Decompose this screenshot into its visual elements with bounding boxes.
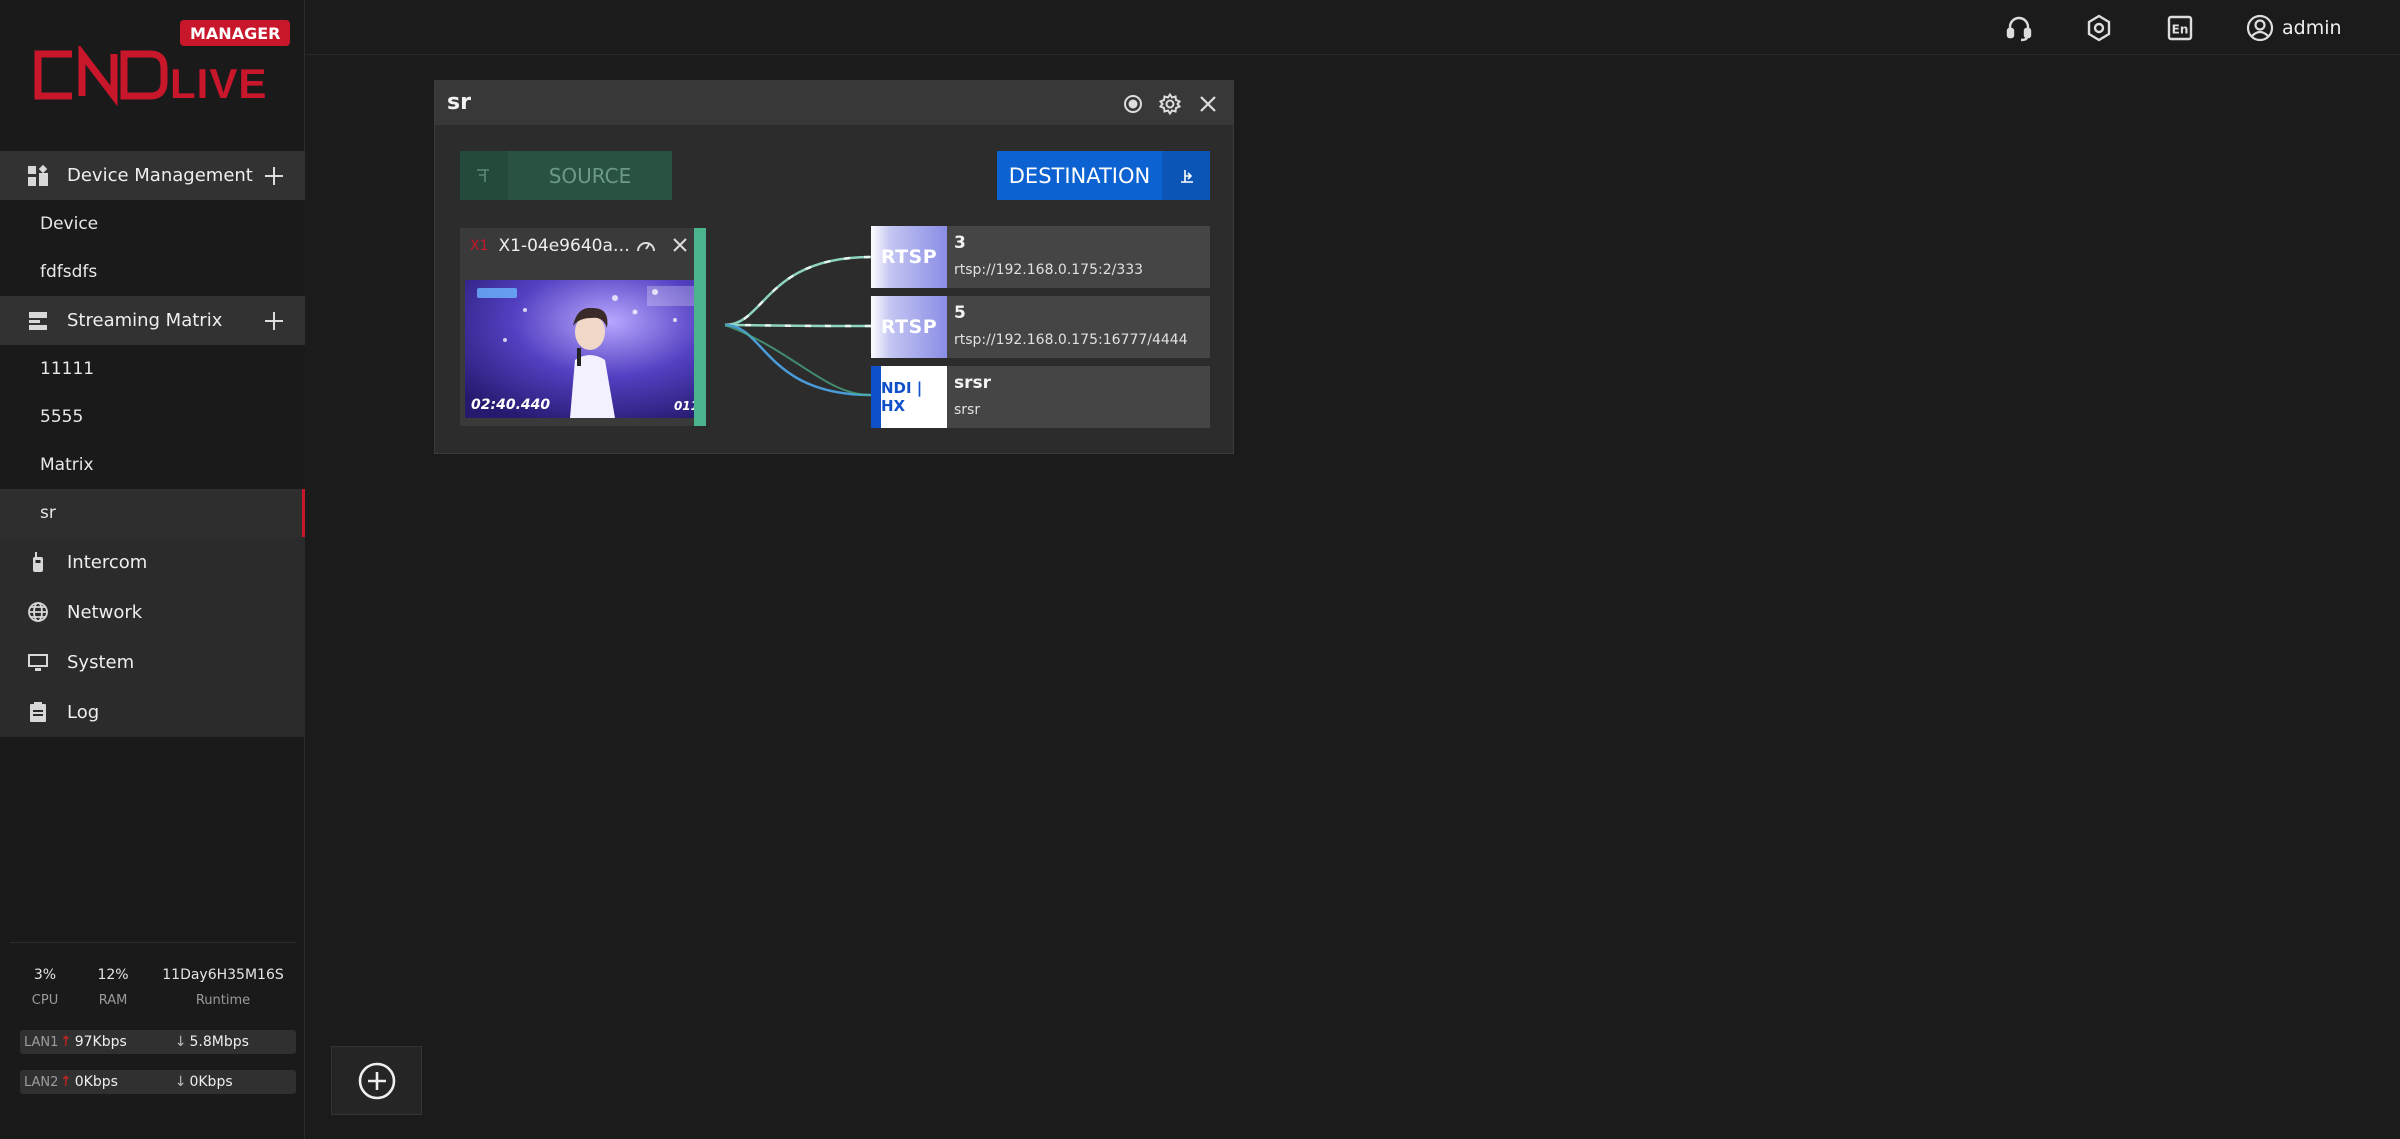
dashboard-icon <box>27 164 49 187</box>
sidebar-item-device[interactable]: Device <box>0 200 305 248</box>
destination-item[interactable]: NDI | HX srsr srsr <box>871 366 1210 428</box>
nav-network-label: Network <box>67 601 143 623</box>
sidebar-item-matrix[interactable]: Matrix <box>0 441 305 489</box>
walkie-talkie-icon <box>27 551 49 573</box>
system-stats: 3% CPU 12% RAM 11Day6H35M16S Runtime LAN… <box>10 942 296 1102</box>
ram-stat: 12% RAM <box>88 967 138 1008</box>
lan2-down-value: 0Kbps <box>189 1074 233 1090</box>
rtsp-icon: RTSP <box>871 296 947 358</box>
nav-streaming-matrix-label: Streaming Matrix <box>67 310 223 331</box>
cndlive-logo: MANAGER LIVE <box>30 18 291 108</box>
lan2-up-value: 0Kbps <box>74 1074 118 1090</box>
lan1-row: LAN1 ↑ 97Kbps ↓ 5.8Mbps <box>20 1030 296 1054</box>
matrix-window: sr SOURCE DESTINATION X1 X1-04e9640a… 02… <box>434 80 1234 454</box>
nav-device-management-label: Device Management <box>67 165 253 186</box>
source-preview-thumbnail: 02:40.440 011 <box>465 280 705 418</box>
sidebar-item-sr[interactable]: sr <box>0 489 305 537</box>
source-tag: X1 <box>470 238 489 254</box>
rtsp-icon: RTSP <box>871 226 947 288</box>
nav-device-management[interactable]: Device Management <box>0 151 305 200</box>
nav-intercom[interactable]: Intercom <box>0 537 305 587</box>
ram-value: 12% <box>97 967 129 983</box>
cpu-label: CPU <box>31 993 59 1008</box>
destination-name: 3 <box>954 233 966 253</box>
cpu-value: 3% <box>33 967 57 983</box>
sidebar-item-fdfsdfs[interactable]: fdfsdfs <box>0 248 305 296</box>
user-menu[interactable]: admin <box>2246 14 2342 42</box>
add-window-button[interactable] <box>331 1046 422 1115</box>
language-en-icon[interactable]: En <box>2166 14 2194 42</box>
source-name: X1-04e9640a… <box>498 236 629 256</box>
manager-badge: MANAGER <box>180 20 291 46</box>
clipboard-icon <box>27 701 49 723</box>
sidebar-item-5555[interactable]: 5555 <box>0 393 305 441</box>
download-arrow-icon: ↓ <box>174 1074 187 1090</box>
source-card-header: X1 X1-04e9640a… <box>460 228 694 264</box>
add-device-button[interactable] <box>263 165 285 187</box>
sidebar-item-11111[interactable]: 11111 <box>0 345 305 393</box>
sidebar: MANAGER LIVE Device Management Device fd… <box>0 0 305 1139</box>
nav-log-label: Log <box>67 701 100 723</box>
destination-address: rtsp://192.168.0.175:16777/4444 <box>954 332 1188 348</box>
source-card[interactable]: X1 X1-04e9640a… 02:40.440 011 <box>460 228 706 426</box>
globe-icon <box>27 601 49 623</box>
ram-label: RAM <box>98 993 128 1008</box>
runtime-stat: 11Day6H35M16S Runtime <box>150 967 296 1008</box>
lan1-label: LAN1 <box>24 1034 59 1050</box>
destination-address: srsr <box>954 402 981 418</box>
lan2-row: LAN2 ↑ 0Kbps ↓ 0Kbps <box>20 1070 296 1094</box>
nav-streaming-matrix[interactable]: Streaming Matrix <box>0 296 305 345</box>
user-avatar-icon <box>2246 14 2274 42</box>
upload-arrow-icon: ↑ <box>60 1074 72 1090</box>
ndi-hx-icon: NDI | HX <box>871 366 947 428</box>
link-to-dest-1 <box>724 255 872 327</box>
destination-name: srsr <box>954 373 992 393</box>
speedometer-icon[interactable] <box>635 235 657 257</box>
lan2-label: LAN2 <box>24 1074 59 1090</box>
source-close-icon[interactable] <box>671 236 691 256</box>
destination-address: rtsp://192.168.0.175:2/333 <box>954 262 1144 278</box>
cpu-stat: 3% CPU <box>20 967 70 1008</box>
cndlive-logo-mark: LIVE <box>34 46 267 106</box>
plus-circle-icon <box>358 1062 395 1099</box>
upload-arrow-icon: ↑ <box>60 1034 72 1050</box>
language-label: En <box>2172 23 2189 37</box>
lan1-down-value: 5.8Mbps <box>189 1034 249 1050</box>
add-matrix-button[interactable] <box>263 310 285 332</box>
headset-icon[interactable] <box>2005 14 2033 42</box>
svg-text:LIVE: LIVE <box>170 60 267 106</box>
link-to-dest-3 <box>724 323 872 397</box>
nav-log[interactable]: Log <box>0 687 305 737</box>
destination-name: 5 <box>954 303 966 323</box>
nav-system[interactable]: System <box>0 637 305 687</box>
runtime-label: Runtime <box>195 993 251 1008</box>
runtime-value: 11Day6H35M16S <box>162 967 284 983</box>
download-arrow-icon: ↓ <box>174 1034 187 1050</box>
destination-item[interactable]: RTSP 5 rtsp://192.168.0.175:16777/4444 <box>871 296 1210 358</box>
monitor-icon <box>27 651 49 673</box>
destination-item[interactable]: RTSP 3 rtsp://192.168.0.175:2/333 <box>871 226 1210 288</box>
nav-intercom-label: Intercom <box>67 551 148 573</box>
nav-network[interactable]: Network <box>0 587 305 637</box>
source-status-bar <box>694 228 706 426</box>
nav-system-label: System <box>67 651 135 673</box>
username: admin <box>2282 17 2342 39</box>
lan1-up-value: 97Kbps <box>74 1034 127 1050</box>
source-timecode: 02:40.440 <box>471 397 551 413</box>
sidebar-nav: Device Management Device fdfsdfs Streami… <box>0 151 305 737</box>
hexagon-settings-icon[interactable] <box>2085 14 2113 42</box>
matrix-icon <box>27 310 49 332</box>
